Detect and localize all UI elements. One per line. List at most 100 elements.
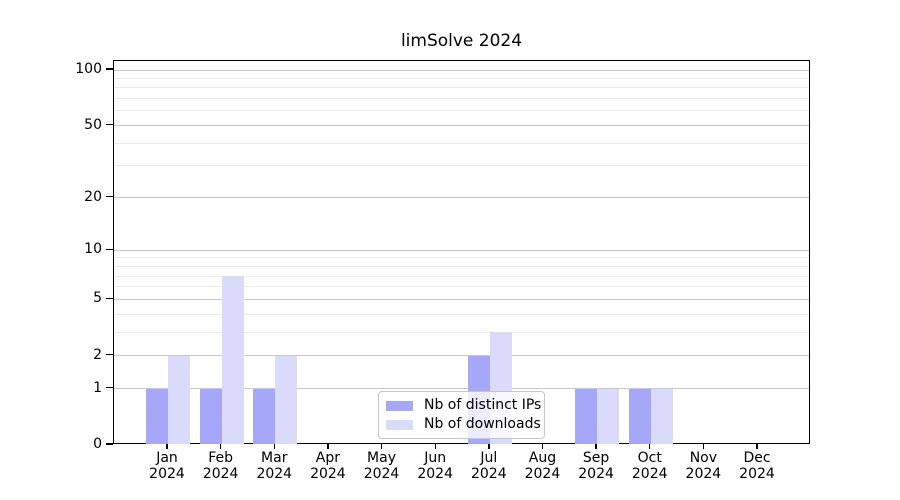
y-axis-tick (106, 196, 113, 197)
bar-distinct-ips (200, 389, 222, 444)
x-axis-tick (488, 444, 489, 449)
year-label: 2024 (407, 467, 463, 483)
gridline-major (114, 299, 809, 300)
x-axis-tick-label: Oct2024 (622, 451, 678, 482)
x-axis-tick (756, 444, 757, 449)
x-axis-tick-label: Apr2024 (300, 451, 356, 482)
y-axis-tick-label: 100 (58, 61, 102, 77)
x-axis-tick (327, 444, 328, 449)
month-label: Dec (729, 451, 785, 467)
bar-downloads (651, 389, 673, 444)
gridline-minor (114, 143, 809, 144)
month-label: Apr (300, 451, 356, 467)
month-label: Jun (407, 451, 463, 467)
legend-item-distinct-ips: Nb of distinct IPs (386, 398, 537, 413)
y-axis-tick-label: 5 (58, 290, 102, 306)
year-label: 2024 (354, 467, 410, 483)
x-axis-tick-label: Aug2024 (514, 451, 570, 482)
x-axis-tick-label: Dec2024 (729, 451, 785, 482)
month-label: Jan (139, 451, 195, 467)
chart-title: limSolve 2024 (113, 31, 810, 51)
x-axis-tick (542, 444, 543, 449)
figure: limSolve 2024 0125102050100Jan2024Feb202… (0, 0, 900, 500)
x-axis-tick (166, 444, 167, 449)
month-label: Feb (193, 451, 249, 467)
gridline-minor (114, 332, 809, 333)
y-axis-tick (106, 124, 113, 125)
month-label: Sep (568, 451, 624, 467)
gridline-minor (114, 98, 809, 99)
year-label: 2024 (193, 467, 249, 483)
legend-label-distinct-ips: Nb of distinct IPs (424, 398, 541, 413)
x-axis-tick (274, 444, 275, 449)
gridline-major (114, 250, 809, 251)
year-label: 2024 (246, 467, 302, 483)
x-axis-tick-label: Nov2024 (675, 451, 731, 482)
gridline-minor (114, 276, 809, 277)
legend: Nb of distinct IPs Nb of downloads (378, 391, 545, 439)
gridline-minor (114, 266, 809, 267)
bar-downloads (168, 356, 190, 444)
y-axis-tick-label: 2 (58, 347, 102, 363)
gridline-minor (114, 78, 809, 79)
year-label: 2024 (622, 467, 678, 483)
x-axis-tick-label: Sep2024 (568, 451, 624, 482)
month-label: Nov (675, 451, 731, 467)
legend-label-downloads: Nb of downloads (424, 417, 541, 432)
y-axis-tick-label: 10 (58, 241, 102, 257)
legend-item-downloads: Nb of downloads (386, 417, 537, 432)
x-axis-tick (703, 444, 704, 449)
month-label: Aug (514, 451, 570, 467)
gridline-minor (114, 87, 809, 88)
x-axis-tick-label: May2024 (354, 451, 410, 482)
year-label: 2024 (461, 467, 517, 483)
y-axis-tick-label: 1 (58, 380, 102, 396)
bar-downloads (222, 276, 244, 444)
gridline-major (114, 125, 809, 126)
month-label: Mar (246, 451, 302, 467)
legend-swatch-downloads (386, 420, 413, 430)
month-label: Jul (461, 451, 517, 467)
bar-distinct-ips (629, 389, 651, 444)
gridline-major (114, 197, 809, 198)
year-label: 2024 (568, 467, 624, 483)
year-label: 2024 (300, 467, 356, 483)
gridline-minor (114, 257, 809, 258)
x-axis-tick-label: Jun2024 (407, 451, 463, 482)
x-axis-tick (381, 444, 382, 449)
x-axis-tick (220, 444, 221, 449)
bar-distinct-ips (575, 389, 597, 444)
x-axis-tick (435, 444, 436, 449)
bar-distinct-ips (146, 389, 168, 444)
bar-downloads (275, 356, 297, 444)
bar-downloads (597, 389, 619, 444)
gridline-minor (114, 286, 809, 287)
year-label: 2024 (729, 467, 785, 483)
y-axis-tick (106, 443, 113, 444)
gridline-major (114, 355, 809, 356)
month-label: May (354, 451, 410, 467)
y-axis-tick (106, 68, 113, 69)
month-label: Oct (622, 451, 678, 467)
plot-area (113, 60, 810, 444)
y-axis-tick (106, 387, 113, 388)
y-axis-tick (106, 298, 113, 299)
x-axis-tick (649, 444, 650, 449)
y-axis-tick-label: 50 (58, 117, 102, 133)
bar-distinct-ips (253, 389, 275, 444)
y-axis-tick (106, 249, 113, 250)
gridline-minor (114, 314, 809, 315)
x-axis-tick-label: Jan2024 (139, 451, 195, 482)
x-axis-tick-label: Mar2024 (246, 451, 302, 482)
y-axis-tick-label: 20 (58, 189, 102, 205)
gridline-minor (114, 110, 809, 111)
y-axis-tick-label: 0 (58, 436, 102, 452)
y-axis-tick (106, 354, 113, 355)
gridline-minor (114, 165, 809, 166)
x-axis-tick-label: Jul2024 (461, 451, 517, 482)
x-axis-tick (595, 444, 596, 449)
year-label: 2024 (514, 467, 570, 483)
year-label: 2024 (675, 467, 731, 483)
x-axis-tick-label: Feb2024 (193, 451, 249, 482)
year-label: 2024 (139, 467, 195, 483)
